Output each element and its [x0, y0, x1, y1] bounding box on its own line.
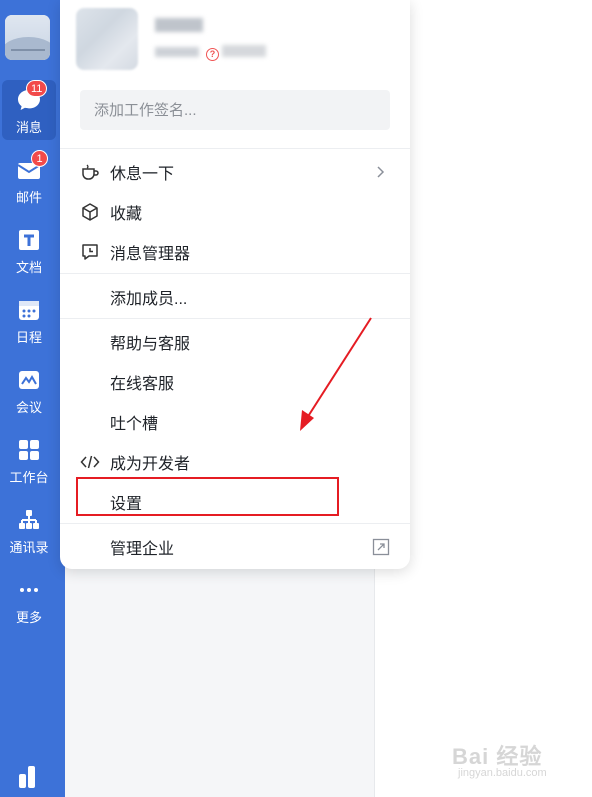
divider	[60, 318, 410, 319]
sidebar-item-messages[interactable]: 11 消息	[2, 80, 56, 140]
user-name-blurred	[155, 18, 203, 32]
work-signature-input[interactable]	[80, 90, 390, 130]
mail-icon: 1	[15, 150, 48, 184]
divider	[60, 523, 410, 524]
code-icon	[80, 452, 100, 472]
coffee-cup-icon	[80, 162, 100, 182]
menu-item-feedback[interactable]: 吐个槽	[60, 402, 410, 442]
menu-item-manage-enterprise[interactable]: 管理企业	[60, 527, 410, 567]
meeting-icon	[15, 366, 43, 394]
user-company-blurred	[155, 47, 199, 57]
more-dots-icon	[15, 576, 43, 604]
divider	[60, 148, 410, 149]
question-icon[interactable]: ?	[206, 48, 219, 61]
menu-item-take-break[interactable]: 休息一下	[60, 152, 410, 192]
message-clock-icon	[80, 242, 100, 262]
mail-badge: 1	[31, 150, 48, 167]
sidebar-item-label: 消息	[15, 120, 42, 135]
app-window: 11 消息 1 邮件 文档 日程 会议 工作台 通讯录 更多 ? 添加工作签名.…	[0, 0, 592, 797]
user-status-blurred	[222, 45, 266, 57]
cube-icon	[80, 202, 100, 222]
sidebar-item-label: 更多	[15, 610, 42, 625]
calendar-icon	[15, 296, 43, 324]
company-logo[interactable]	[5, 15, 50, 60]
sidebar-item-label: 文档	[15, 260, 42, 275]
sidebar-item-docs[interactable]: 文档	[0, 220, 58, 280]
bar-chart-icon[interactable]	[16, 762, 44, 790]
chat-bubble-icon: 11	[15, 80, 48, 114]
external-link-icon	[372, 538, 390, 556]
sidebar-item-label: 邮件	[15, 190, 42, 205]
org-chart-icon	[15, 506, 43, 534]
sidebar-item-mail[interactable]: 1 邮件	[0, 150, 58, 210]
messages-badge: 11	[26, 80, 48, 97]
highlight-box	[76, 477, 339, 516]
menu-item-help[interactable]: 帮助与客服	[60, 322, 410, 362]
sidebar-item-contacts[interactable]: 通讯录	[0, 500, 58, 560]
sidebar-item-more[interactable]: 更多	[0, 570, 58, 630]
sidebar-item-label: 工作台	[9, 470, 49, 485]
sidebar-item-label: 会议	[15, 400, 42, 415]
menu-item-message-manager[interactable]: 消息管理器	[60, 232, 410, 272]
sidebar-item-label: 日程	[15, 330, 42, 345]
menu-item-add-member[interactable]: 添加成员...	[60, 277, 410, 317]
sidebar-item-calendar[interactable]: 日程	[0, 290, 58, 350]
watermark: Bai 经验 jingyan.baidu.com	[452, 744, 547, 779]
chevron-right-icon	[372, 164, 388, 180]
avatar[interactable]	[76, 8, 138, 70]
sidebar-item-label: 通讯录	[9, 540, 49, 555]
workbench-grid-icon	[15, 436, 43, 464]
menu-item-favorites[interactable]: 收藏	[60, 192, 410, 232]
menu-item-online-service[interactable]: 在线客服	[60, 362, 410, 402]
menu-item-developer[interactable]: 成为开发者	[60, 442, 410, 482]
document-icon	[15, 226, 43, 254]
sidebar-item-meetings[interactable]: 会议	[0, 360, 58, 420]
sidebar-item-workbench[interactable]: 工作台	[0, 430, 58, 490]
divider	[60, 273, 410, 274]
sidebar: 11 消息 1 邮件 文档 日程 会议 工作台 通讯录 更多	[0, 0, 65, 797]
